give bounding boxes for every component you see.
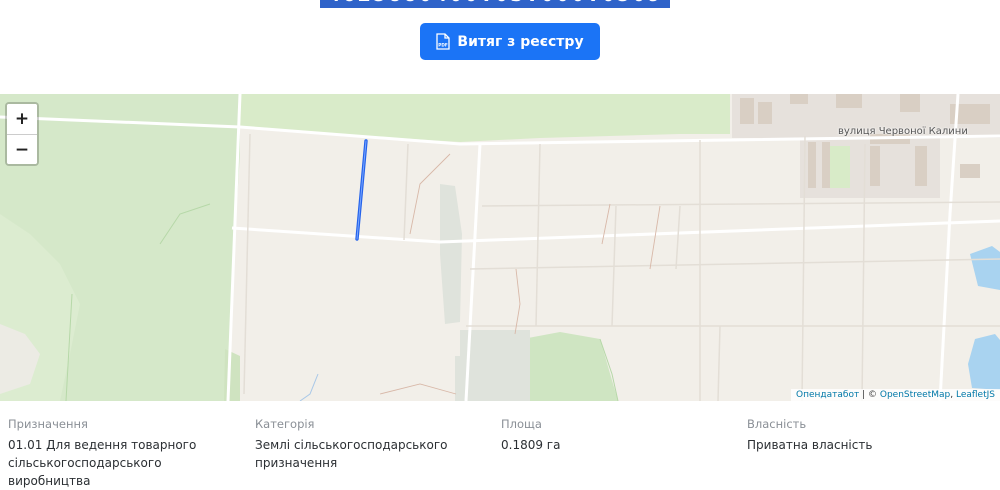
cadastral-number: 4625880400:03:000:0509 (320, 0, 670, 8)
info-area-value: 0.1809 га (501, 438, 561, 452)
info-category-value: Землі сільськогосподарського призначення (255, 438, 448, 470)
info-ownership-value: Приватна власність (747, 438, 873, 452)
map-attribution: Опендатабот | © OpenStreetMap, LeafletJS (791, 389, 1000, 401)
zoom-control: + − (5, 102, 39, 166)
info-purpose-label: Призначення (8, 417, 88, 431)
attribution-separator: | (859, 390, 868, 400)
header-section: 4625880400:03:000:0509 PDF Витяг з реєст… (0, 0, 1000, 94)
attribution-copyright: © (867, 390, 880, 400)
info-area: Площа 0.1809 га (501, 417, 736, 454)
registry-extract-button[interactable]: PDF Витяг з реєстру (420, 23, 600, 60)
map-viewport[interactable]: + − вулиця Червоної Калини Опендатабот |… (0, 94, 1000, 401)
info-ownership: Власність Приватна власність (747, 417, 982, 454)
attribution-leaflet-link[interactable]: LeafletJS (956, 390, 995, 400)
pdf-file-icon: PDF (436, 33, 451, 50)
registry-extract-label: Витяг з реєстру (457, 33, 584, 50)
info-purpose: Призначення 01.01 Для ведення товарного … (8, 417, 243, 490)
attribution-osm-link[interactable]: OpenStreetMap (880, 390, 950, 400)
zoom-in-button[interactable]: + (7, 104, 37, 134)
info-purpose-value: 01.01 Для ведення товарного сільськогосп… (8, 438, 197, 488)
zoom-out-button[interactable]: − (7, 134, 37, 164)
svg-text:PDF: PDF (439, 43, 449, 48)
info-ownership-label: Власність (747, 417, 807, 431)
info-area-label: Площа (501, 417, 542, 431)
map-tiles (0, 94, 1000, 401)
street-label: вулиця Червоної Калини (838, 126, 968, 137)
info-category-label: Категорія (255, 417, 315, 431)
parcel-info: Призначення 01.01 Для ведення товарного … (0, 401, 1000, 488)
info-category: Категорія Землі сільськогосподарського п… (255, 417, 490, 472)
attribution-opendatabot-link[interactable]: Опендатабот (796, 390, 859, 400)
